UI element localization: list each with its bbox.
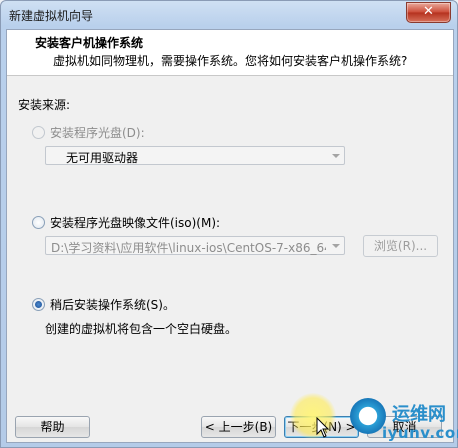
later-option[interactable]: 稍后安装操作系统(S)。 [32,296,175,313]
later-radio[interactable] [32,298,45,311]
close-button[interactable]: ✕ [406,2,451,23]
drive-select-value: 无可用驱动器 [66,151,139,165]
wizard-content: 安装客户机操作系统 虚拟机如同物理机，需要操作系统。您将如何安装客户机操作系统?… [6,29,454,443]
drive-select[interactable]: 无可用驱动器 [45,146,345,165]
watermark: 运维网 iyunv.com [346,396,458,448]
iso-path-combo[interactable]: D:\学习资料\应用软件\linux-ios\CentOS-7-x86_64-E… [45,236,345,255]
title-bar[interactable]: 新建虚拟机向导 ✕ [1,1,457,29]
disc-radio[interactable] [32,126,45,139]
page-title: 安装客户机操作系统 [35,36,144,50]
wizard-header: 安装客户机操作系统 虚拟机如同物理机，需要操作系统。您将如何安装客户机操作系统? [7,30,453,76]
wizard-window: 新建虚拟机向导 ✕ 安装客户机操作系统 虚拟机如同物理机，需要操作系统。您将如何… [0,0,458,448]
help-button[interactable]: 帮助 [15,416,90,438]
close-icon: ✕ [423,4,434,19]
install-source-label: 安装来源: [18,98,71,112]
browse-button[interactable]: 浏览(R)... [363,235,438,257]
iso-option[interactable]: 安装程序光盘映像文件(iso)(M): [32,214,220,231]
watermark-text-cn: 运维网 [392,404,446,425]
iso-option-label: 安装程序光盘映像文件(iso)(M): [50,216,221,230]
iso-path-value: D:\学习资料\应用软件\linux-ios\CentOS-7-x86_64-E… [51,241,326,255]
chevron-down-icon [332,244,340,248]
back-button[interactable]: < 上一步(B) [201,416,276,438]
chevron-down-icon [332,154,340,158]
iso-radio[interactable] [32,216,45,229]
disc-option[interactable]: 安装程序光盘(D): [32,124,145,141]
later-option-description: 创建的虚拟机将包含一个空白硬盘。 [45,322,238,336]
window-title: 新建虚拟机向导 [9,9,94,23]
watermark-logo-icon [350,398,386,434]
mouse-cursor-icon [316,417,330,438]
watermark-text-url: iyunv.com [382,424,458,442]
page-description: 虚拟机如同物理机，需要操作系统。您将如何安装客户机操作系统? [53,54,408,68]
disc-option-label: 安装程序光盘(D): [50,126,145,140]
later-option-label: 稍后安装操作系统(S)。 [50,298,175,312]
